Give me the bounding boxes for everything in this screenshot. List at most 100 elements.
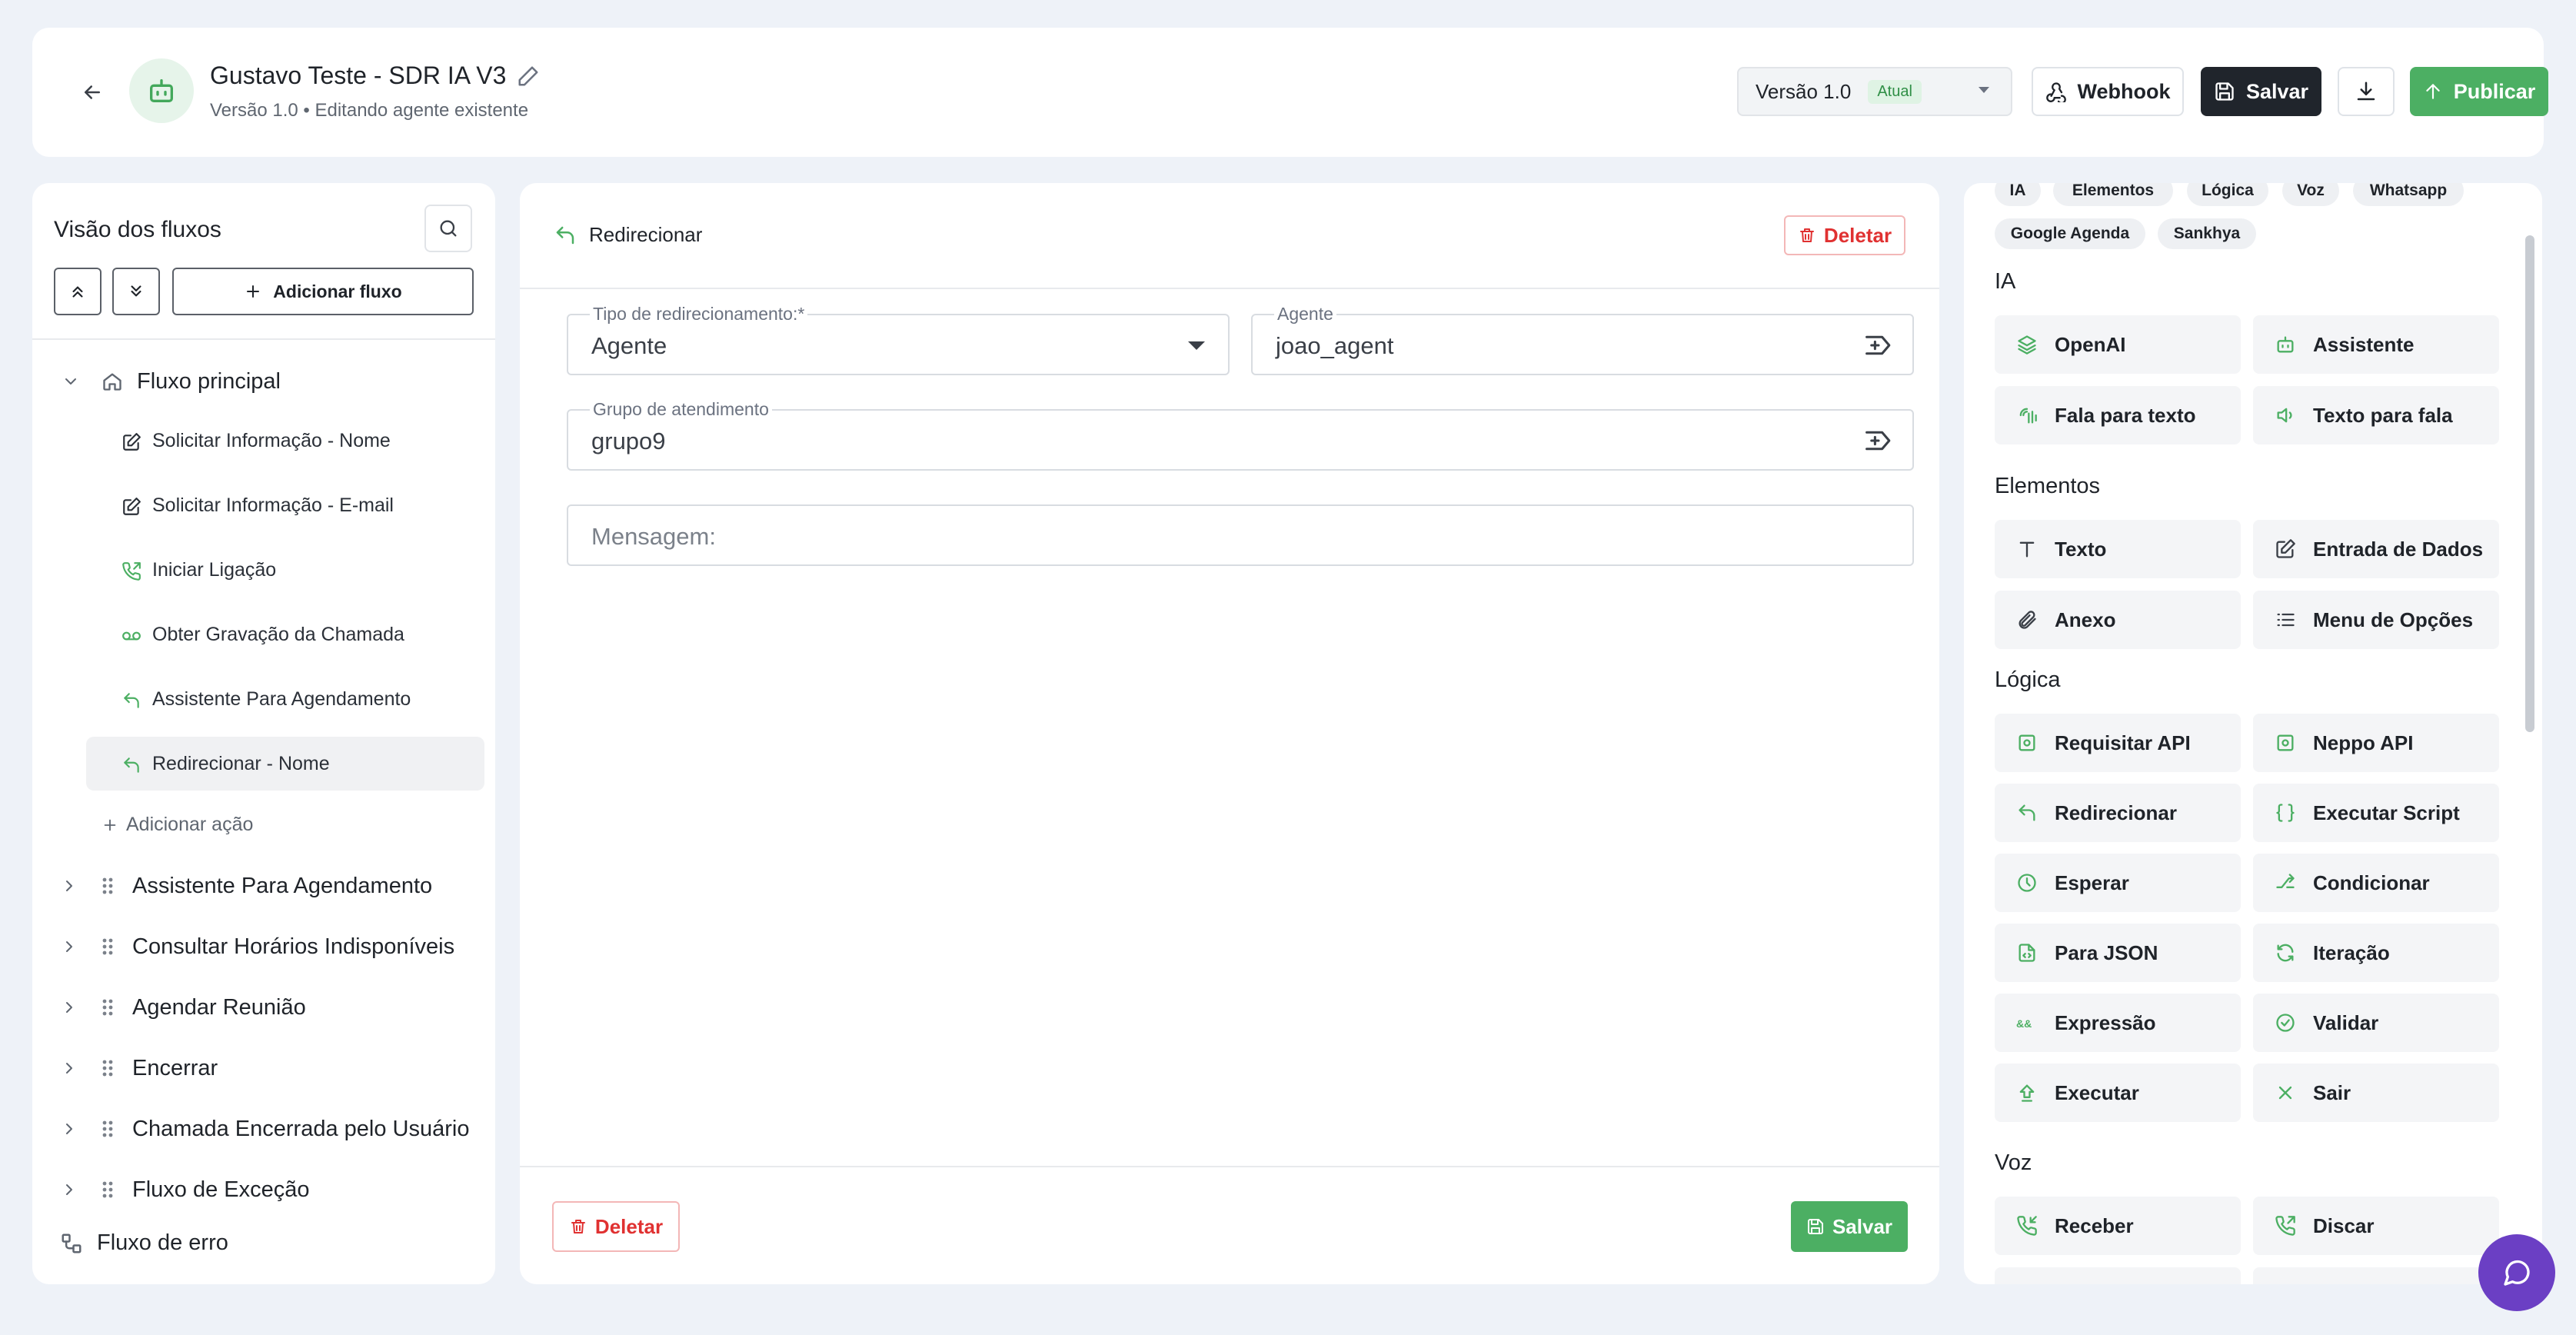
component-texto-para-fala[interactable]: Texto para fala: [2253, 386, 2499, 444]
component-partial[interactable]: [1995, 1267, 2241, 1284]
svg-text:&&: &&: [2016, 1017, 2032, 1030]
add-action-label: Adicionar ação: [126, 814, 254, 835]
component-validar[interactable]: Validar: [2253, 994, 2499, 1052]
phone-outgoing-icon: [122, 562, 141, 581]
action-item[interactable]: Solicitar Informação - E-mail: [86, 478, 484, 532]
publish-button[interactable]: Publicar: [2410, 67, 2548, 116]
component-assistente[interactable]: Assistente: [2253, 315, 2499, 374]
download-button[interactable]: [2338, 67, 2395, 116]
section-title-logica: Lógica: [1995, 668, 2061, 692]
drag-handle-icon[interactable]: [98, 875, 117, 897]
filter-chip-whatsapp[interactable]: Whatsapp: [2353, 183, 2464, 206]
component-iteracao[interactable]: Iteração: [2253, 924, 2499, 982]
component-neppo-api[interactable]: Neppo API: [2253, 714, 2499, 772]
filter-chip-elementos[interactable]: Elementos: [2053, 183, 2173, 206]
action-item[interactable]: Obter Gravação da Chamada: [86, 608, 484, 661]
filter-chip-google-agenda[interactable]: Google Agenda: [1995, 218, 2145, 249]
save-icon: [1807, 1219, 1823, 1234]
component-menu-de-opcoes[interactable]: Menu de Opções: [2253, 591, 2499, 649]
component-partial[interactable]: [2253, 1267, 2499, 1284]
search-flows-button[interactable]: [424, 205, 472, 252]
component-texto[interactable]: Texto: [1995, 520, 2241, 578]
tag-plus-icon[interactable]: [1863, 331, 1894, 360]
speaker-icon: [2277, 408, 2292, 423]
component-label: Validar: [2313, 1010, 2379, 1034]
component-entrada-de-dados[interactable]: Entrada de Dados: [2253, 520, 2499, 578]
component-receber[interactable]: Receber: [1995, 1197, 2241, 1255]
publish-button-label: Publicar: [2453, 79, 2536, 103]
arrow-left-icon: [85, 85, 100, 99]
flow-row[interactable]: Encerrar: [60, 1045, 491, 1091]
component-label: Neppo API: [2313, 731, 2414, 754]
collapse-all-button[interactable]: [54, 268, 102, 315]
component-label: Iteração: [2313, 940, 2390, 964]
agent-field[interactable]: Agente joao_agent: [1251, 304, 1914, 375]
node-type-label: Redirecionar: [589, 223, 703, 246]
component-condicionar[interactable]: Condicionar: [2253, 854, 2499, 912]
version-select-value: Versão 1.0: [1756, 79, 1852, 103]
component-executar-script[interactable]: Executar Script: [2253, 784, 2499, 842]
error-flow-row[interactable]: Fluxo de erro: [60, 1230, 228, 1256]
edit-title-button[interactable]: [517, 65, 543, 91]
action-item-label: Assistente Para Agendamento: [152, 687, 411, 710]
workflow-icon: [62, 1233, 82, 1253]
action-item[interactable]: Iniciar Ligação: [86, 543, 484, 597]
component-expressao[interactable]: && Expressão: [1995, 994, 2241, 1052]
component-sair[interactable]: Sair: [2253, 1064, 2499, 1122]
filter-chip-ia[interactable]: IA: [1995, 183, 2041, 206]
search-icon: [440, 220, 457, 237]
action-item-label: Iniciar Ligação: [152, 558, 277, 581]
drag-handle-icon[interactable]: [98, 997, 117, 1018]
close-icon: [2278, 1086, 2292, 1100]
filter-chip-voz[interactable]: Voz: [2282, 183, 2339, 206]
flow-row[interactable]: Chamada Encerrada pelo Usuário: [60, 1106, 491, 1152]
component-executar[interactable]: Executar: [1995, 1064, 2241, 1122]
component-esperar[interactable]: Esperar: [1995, 854, 2241, 912]
flow-row[interactable]: Assistente Para Agendamento: [60, 863, 491, 909]
save-button[interactable]: Salvar: [2201, 67, 2321, 116]
save-node-button[interactable]: Salvar: [1791, 1201, 1908, 1252]
palette-scrollbar[interactable]: [2525, 235, 2534, 732]
bot-icon: [150, 79, 173, 102]
filter-chip-logica[interactable]: Lógica: [2187, 183, 2268, 206]
component-discar[interactable]: Discar: [2253, 1197, 2499, 1255]
component-fala-para-texto[interactable]: Fala para texto: [1995, 386, 2241, 444]
component-label: Fala para texto: [2055, 403, 2196, 427]
component-redirecionar[interactable]: Redirecionar: [1995, 784, 2241, 842]
error-flow-label: Fluxo de erro: [97, 1230, 228, 1255]
component-anexo[interactable]: Anexo: [1995, 591, 2241, 649]
webhook-button[interactable]: Webhook: [2032, 67, 2184, 116]
tag-plus-icon[interactable]: [1863, 426, 1894, 455]
service-group-field[interactable]: Grupo de atendimento grupo9: [567, 399, 1914, 471]
flow-row[interactable]: Fluxo de Exceção: [60, 1167, 491, 1213]
action-item-selected[interactable]: Redirecionar - Nome: [86, 737, 484, 791]
add-action-button[interactable]: Adicionar ação: [102, 814, 253, 836]
main-flow-row[interactable]: Fluxo principal: [62, 360, 281, 403]
action-item[interactable]: Assistente Para Agendamento: [86, 672, 484, 726]
flow-row[interactable]: Agendar Reunião: [60, 984, 491, 1030]
arrow-up-box-icon: [2019, 1084, 2035, 1102]
component-requisitar-api[interactable]: Requisitar API: [1995, 714, 2241, 772]
chat-support-button[interactable]: [2478, 1234, 2555, 1311]
add-flow-button[interactable]: Adicionar fluxo: [172, 268, 474, 315]
drag-handle-icon[interactable]: [98, 1179, 117, 1200]
drag-handle-icon[interactable]: [98, 1118, 117, 1140]
version-select[interactable]: Versão 1.0 Atual: [1737, 67, 2012, 116]
redirect-type-select[interactable]: Tipo de redirecionamento:* Agente: [567, 304, 1230, 375]
filter-chip-sankhya[interactable]: Sankhya: [2158, 218, 2256, 249]
voicemail-icon: [122, 631, 141, 641]
drag-handle-icon[interactable]: [98, 936, 117, 957]
component-label: Texto para fala: [2313, 403, 2453, 427]
delete-node-button[interactable]: Deletar: [1784, 215, 1905, 255]
message-input[interactable]: Mensagem:: [567, 504, 1914, 566]
expand-all-button[interactable]: [112, 268, 160, 315]
section-title-elementos: Elementos: [1995, 474, 2101, 498]
delete-bottom-button[interactable]: Deletar: [552, 1201, 680, 1252]
top-header: Gustavo Teste - SDR IA V3 Versão 1.0 • E…: [32, 28, 2548, 157]
component-para-json[interactable]: Para JSON: [1995, 924, 2241, 982]
flow-row[interactable]: Consultar Horários Indisponíveis: [60, 924, 491, 970]
drag-handle-icon[interactable]: [98, 1057, 117, 1079]
action-item[interactable]: Solicitar Informação - Nome: [86, 414, 484, 468]
component-openai[interactable]: OpenAI: [1995, 315, 2241, 374]
back-button[interactable]: [71, 71, 114, 114]
